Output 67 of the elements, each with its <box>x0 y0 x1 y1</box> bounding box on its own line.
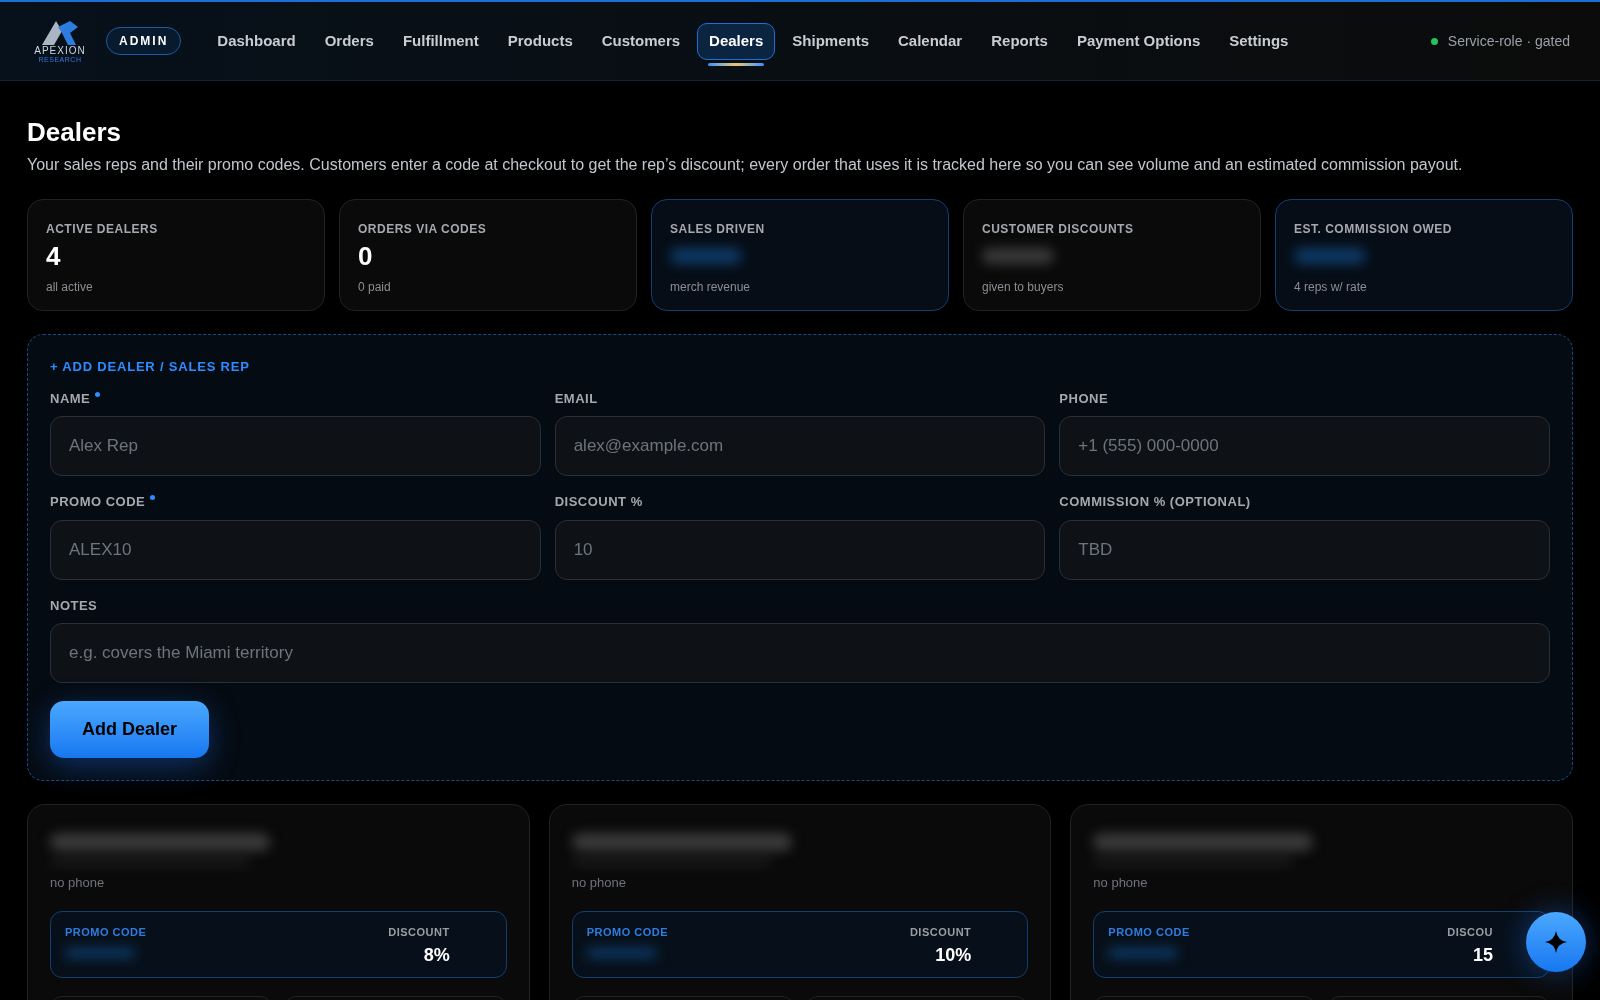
nav-tab[interactable]: Products <box>495 22 585 60</box>
stat-label: EST. COMMISSION OWED <box>1294 221 1453 238</box>
admin-badge: ADMIN <box>106 27 182 55</box>
page-title: Dealers <box>27 117 122 147</box>
stat-note: 0 paid <box>358 279 392 296</box>
stat-note: all active <box>46 279 94 296</box>
nav-tab[interactable]: Orders <box>312 22 386 60</box>
nav-tab[interactable]: Reports <box>979 22 1060 60</box>
sparkle-icon <box>1545 931 1567 953</box>
redacted-value <box>65 948 135 958</box>
stat-value: 0 <box>358 239 373 273</box>
input-field[interactable]: TBD <box>1059 519 1550 580</box>
panel-title: + ADD DEALER / SALES REP <box>50 358 251 376</box>
nav-tab[interactable]: Dashboard <box>205 22 308 60</box>
promo-code-label: PROMO CODE <box>1108 924 1190 940</box>
nav-tab[interactable]: Shipments <box>780 22 881 60</box>
field-label: PHONE <box>1059 389 1109 408</box>
nav-tab[interactable]: Calendar <box>886 22 975 60</box>
redacted-value <box>982 248 1054 264</box>
input-field[interactable]: ALEX10 <box>50 519 541 580</box>
field-label: COMMISSION % (OPTIONAL) <box>1059 493 1251 511</box>
stat-label: ORDERS VIA CODES <box>358 221 488 238</box>
discount-value: 8% <box>423 944 450 967</box>
field-label: EMAIL <box>554 389 598 408</box>
redacted-value <box>670 248 742 264</box>
discount-value: 15 <box>1472 944 1493 967</box>
nav-tab[interactable]: Settings <box>1217 22 1301 60</box>
active-tab-underline <box>708 62 765 66</box>
input-field[interactable]: Alex Rep <box>50 416 541 476</box>
redacted-value <box>1108 948 1179 958</box>
field-label: NOTES <box>50 596 99 615</box>
discount-label: DISCOUNT <box>909 924 972 940</box>
nav-tab[interactable]: Fulfillment <box>390 22 491 60</box>
promo-code-label: PROMO CODE <box>65 924 147 940</box>
input-field[interactable]: +1 (555) 000-0000 <box>1059 416 1550 476</box>
promo-code-label: PROMO CODE <box>586 924 669 940</box>
logo-mark-icon <box>40 18 80 45</box>
discount-label: DISCOUNT <box>388 924 450 940</box>
input-field[interactable]: alex@example.com <box>554 416 1046 476</box>
field-label: DISCOUNT % <box>554 493 643 511</box>
logo-name: APEXION <box>34 44 86 56</box>
field-label: NAME <box>50 389 91 408</box>
stat-note: merch revenue <box>670 279 752 296</box>
stat-note: 4 reps w/ rate <box>1294 279 1368 296</box>
nav-tab[interactable]: Customers <box>589 22 693 60</box>
status-label: Service-role · gated <box>1447 31 1570 51</box>
dealer-phone: no phone <box>571 874 627 892</box>
nav-tab[interactable]: Payment Options <box>1064 22 1213 60</box>
stat-label: SALES DRIVEN <box>670 221 766 238</box>
notes-field[interactable]: e.g. covers the Miami territory <box>50 623 1550 683</box>
stat-value: 4 <box>46 239 61 273</box>
stat-note: given to buyers <box>982 279 1065 296</box>
page-description: Your sales reps and their promo codes. Customers enter a code at checkout to get the rep’s discount; every order that uses it is tracked here so you can see volume and an estimated commission payout. <box>27 155 1464 175</box>
discount-label: DISCOU <box>1447 924 1493 940</box>
field-label: PROMO CODE <box>50 493 146 511</box>
redacted-value <box>1294 248 1366 264</box>
discount-value: 10% <box>935 944 972 967</box>
nav-tab[interactable]: Dealers <box>697 22 776 60</box>
dealer-phone: no phone <box>1093 874 1149 892</box>
add-dealer-button[interactable]: Add Dealer <box>50 701 209 758</box>
dealer-phone: no phone <box>50 874 106 892</box>
required-mark-icon <box>95 391 101 397</box>
input-field[interactable]: 10 <box>554 519 1046 580</box>
required-mark-icon <box>150 495 156 500</box>
redacted-value <box>586 948 657 958</box>
stat-label: ACTIVE DEALERS <box>46 221 159 238</box>
stat-label: CUSTOMER DISCOUNTS <box>982 221 1135 238</box>
